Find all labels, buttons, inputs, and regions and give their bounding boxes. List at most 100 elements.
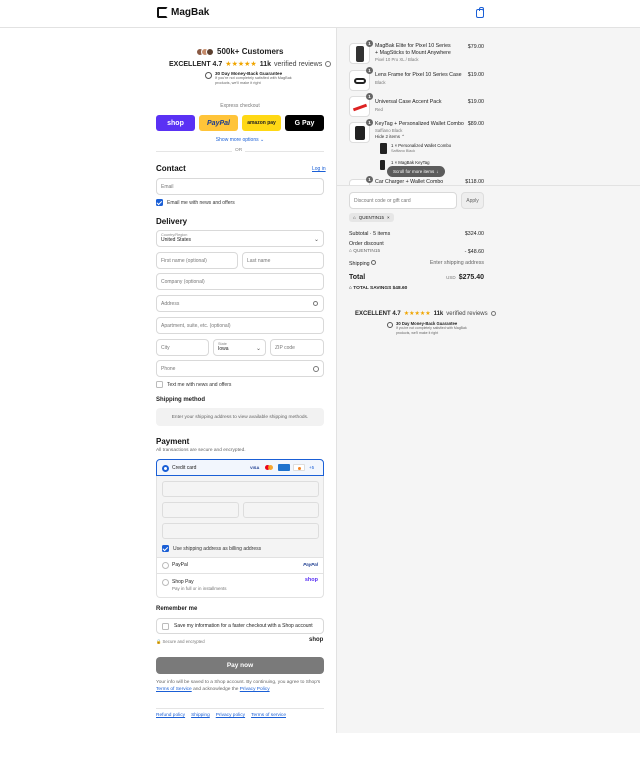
- radio-unselected-icon[interactable]: [162, 562, 169, 569]
- discount-code-applied: ⌂ QUENTIN15: [349, 249, 381, 254]
- sub-item-thumbnail: [380, 143, 387, 154]
- arrow-down-icon: ↓: [436, 169, 439, 174]
- magbak-logo-icon: [157, 7, 168, 18]
- paypal-option[interactable]: PayPal PayPal: [156, 558, 324, 574]
- item-price: $89.00: [467, 121, 484, 127]
- card-form-container: Use shipping address as billing address: [156, 476, 324, 558]
- last-name-field[interactable]: Last name: [242, 252, 324, 269]
- rating-row: EXCELLENT 4.7 ★★★★★ 11k verified reviews: [355, 310, 496, 317]
- item-name: KeyTag + Personalized Wallet Combo: [375, 121, 464, 127]
- footer-divider: [156, 708, 324, 709]
- radio-unselected-icon[interactable]: [162, 579, 169, 586]
- save-info-checkbox[interactable]: Save my information for a faster checkou…: [156, 618, 324, 634]
- expiry-field[interactable]: [162, 502, 239, 518]
- subtotal-value: $324.00: [464, 231, 484, 237]
- discount-value: - $48.60: [464, 249, 484, 255]
- sub-item-name: 1 × Personalized Wallet Combo: [391, 143, 452, 148]
- checkbox-checked-icon[interactable]: [162, 545, 169, 552]
- chevron-down-icon: ⌄: [255, 346, 261, 352]
- show-more-options-link[interactable]: Show more options ⌄: [156, 137, 324, 143]
- card-number-field[interactable]: [162, 481, 319, 497]
- discount-code-field[interactable]: Discount code or gift card: [349, 192, 457, 209]
- checkbox-unchecked-icon[interactable]: [156, 381, 163, 388]
- contact-heading: Contact: [156, 164, 186, 173]
- remove-discount-icon[interactable]: ×: [387, 215, 390, 220]
- header: MagBak: [0, 0, 640, 28]
- rating-stars: ★★★★★: [225, 61, 257, 68]
- billing-address-checkbox[interactable]: Use shipping address as billing address: [162, 545, 261, 552]
- shop-pay-logo: shop: [304, 577, 318, 583]
- shipping-method-heading: Shipping method: [156, 397, 205, 403]
- item-variant: Saffiano Black: [375, 128, 403, 133]
- quantity-badge: 1: [366, 119, 373, 126]
- remember-me-heading: Remember me: [156, 606, 198, 612]
- cart-icon[interactable]: [476, 7, 484, 18]
- footer-links: Refund policy Shipping Privacy policy Te…: [156, 713, 286, 718]
- text-offers-checkbox[interactable]: Text me with news and offers: [156, 381, 231, 388]
- item-variant: Black: [375, 80, 386, 85]
- state-select[interactable]: State Iowa ⌄: [213, 339, 266, 356]
- refund-policy-link[interactable]: Refund policy: [156, 713, 185, 718]
- chevron-down-icon: ⌄: [313, 237, 319, 243]
- pay-now-button[interactable]: Pay now: [156, 657, 324, 674]
- item-price: $79.00: [467, 44, 484, 50]
- items-divider: [337, 185, 640, 186]
- terms-of-service-link[interactable]: Terms of service: [251, 713, 286, 718]
- chevron-up-icon: ⌃: [401, 134, 406, 139]
- apartment-field[interactable]: Apartment, suite, etc. (optional): [156, 317, 324, 334]
- radio-selected-icon[interactable]: [162, 464, 169, 472]
- terms-link[interactable]: Terms of Service: [156, 687, 192, 692]
- help-icon[interactable]: [313, 366, 319, 372]
- delivery-heading: Delivery: [156, 217, 188, 226]
- quantity-badge: 1: [366, 67, 373, 74]
- scroll-more-items-pill[interactable]: Scroll for more items ↓: [387, 166, 445, 177]
- security-code-field[interactable]: [243, 502, 319, 518]
- badge-icon: [205, 72, 212, 79]
- shipping-link[interactable]: Shipping: [191, 713, 210, 718]
- apply-button[interactable]: Apply: [461, 192, 484, 209]
- visa-icon: VISA: [250, 465, 260, 470]
- city-field[interactable]: City: [156, 339, 209, 356]
- first-name-field[interactable]: First name (optional): [156, 252, 238, 269]
- tag-icon: ⌂: [353, 215, 356, 220]
- zip-field[interactable]: ZIP code: [270, 339, 324, 356]
- item-price: $19.00: [467, 72, 484, 78]
- sub-item-thumbnail: [380, 160, 385, 170]
- payment-heading: Payment: [156, 437, 190, 446]
- info-icon[interactable]: [490, 311, 496, 316]
- customer-count: 500k+ Customers: [196, 47, 283, 56]
- item-name: Universal Case Accent Pack: [375, 99, 442, 105]
- shop-pay-option[interactable]: Shop Pay Pay in full or in installments …: [156, 574, 324, 598]
- info-icon[interactable]: [325, 61, 332, 67]
- email-newsletter-checkbox[interactable]: Email me with news and offers: [156, 199, 235, 206]
- email-field[interactable]: Email: [156, 178, 324, 195]
- payment-subtitle: All transactions are secure and encrypte…: [156, 448, 246, 453]
- login-link[interactable]: Log in: [312, 166, 326, 172]
- phone-field[interactable]: Phone: [156, 360, 324, 377]
- checkbox-unchecked-icon[interactable]: [162, 622, 169, 630]
- name-on-card-field[interactable]: [162, 523, 319, 539]
- country-select[interactable]: Country/Region United States ⌄: [156, 230, 324, 247]
- avatar-group: [196, 47, 214, 56]
- google-pay-button[interactable]: G Pay: [285, 115, 324, 131]
- address-field[interactable]: Address: [156, 295, 324, 312]
- brand-logo[interactable]: MagBak: [157, 7, 209, 18]
- paypal-button[interactable]: PayPal: [199, 115, 238, 131]
- help-icon[interactable]: [371, 260, 377, 265]
- credit-card-option[interactable]: Credit card VISA +5: [156, 459, 324, 476]
- discount-tag: ⌂ QUENTIN15 ×: [349, 213, 394, 222]
- guarantee: 30 Day Money-Back Guarantee If you're no…: [205, 71, 303, 86]
- shop-pay-button[interactable]: shop: [156, 115, 195, 131]
- total-value: USD $275.40: [446, 274, 484, 281]
- item-variant: Pixel 10 Pro XL / Black: [375, 57, 419, 62]
- company-field[interactable]: Company (optional): [156, 273, 324, 290]
- amazon-pay-button[interactable]: amazon pay: [242, 115, 281, 131]
- quantity-badge: 1: [366, 93, 373, 100]
- hide-items-toggle[interactable]: Hide 2 items ⌃: [375, 134, 405, 140]
- privacy-policy-link[interactable]: Privacy policy: [216, 713, 245, 718]
- privacy-link[interactable]: Privacy Policy: [240, 687, 270, 692]
- mastercard-icon: [265, 465, 273, 471]
- checkbox-checked-icon[interactable]: [156, 199, 163, 206]
- sub-item-name: 1 × MagBak KeyTag: [391, 160, 430, 165]
- rating-stars: ★★★★★: [403, 311, 431, 317]
